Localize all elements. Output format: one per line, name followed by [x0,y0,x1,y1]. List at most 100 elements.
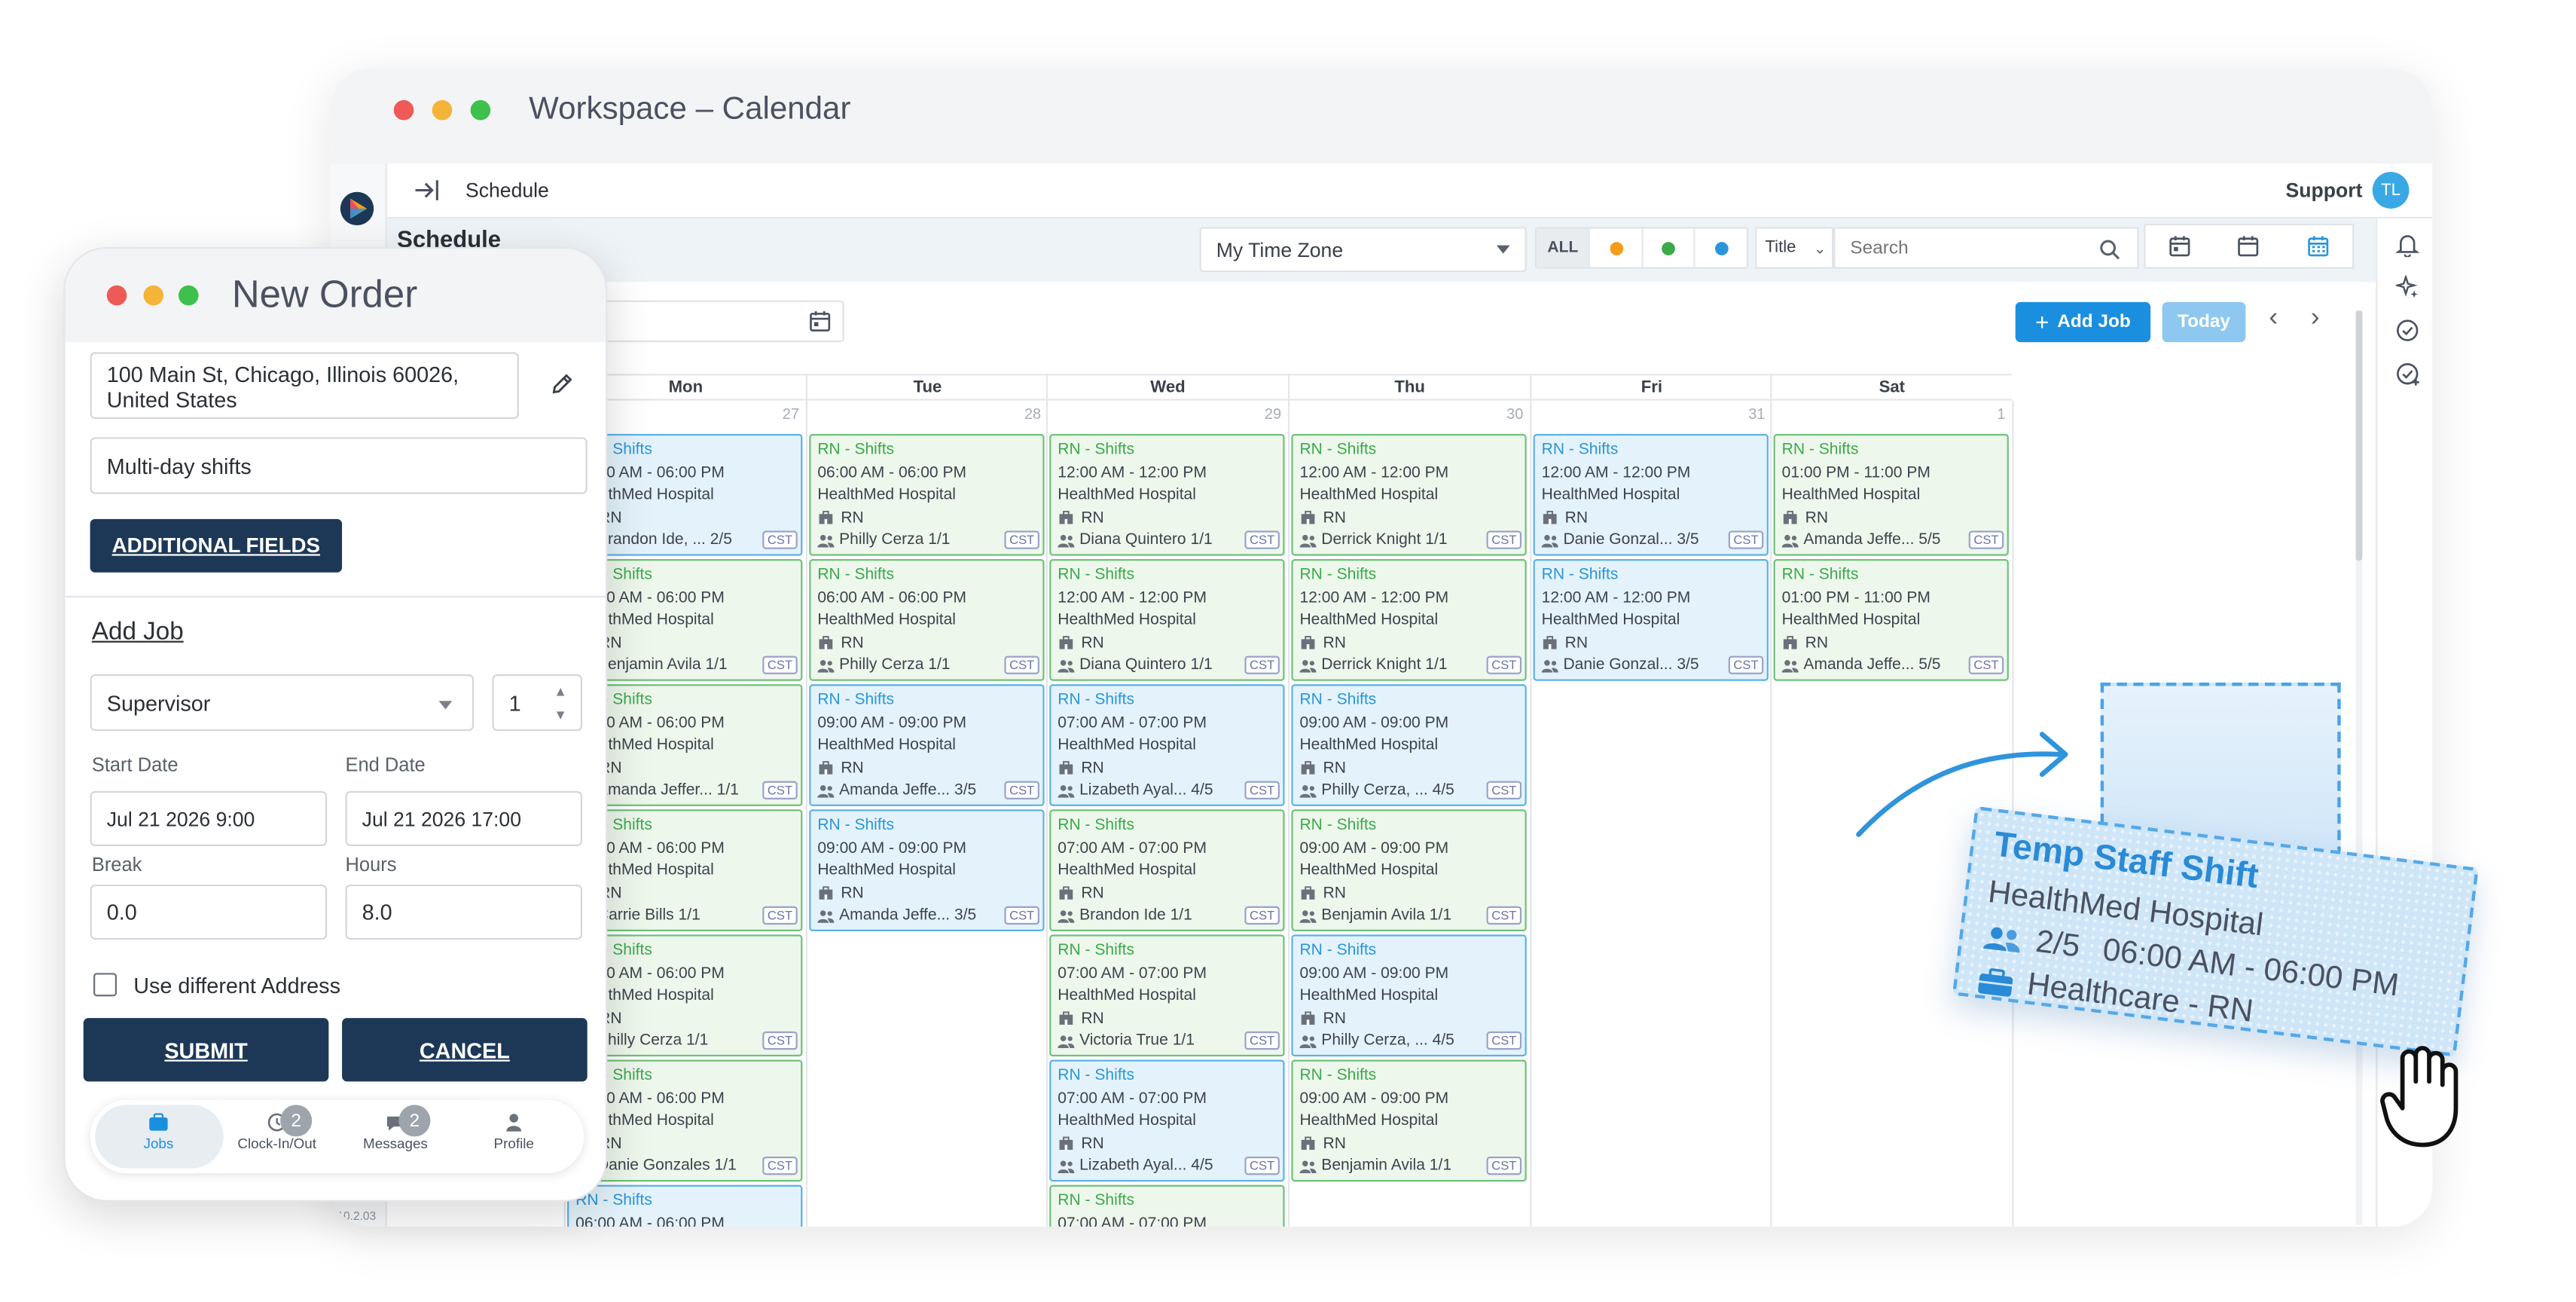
minimize-window-button[interactable] [432,99,453,121]
building-icon [1301,1137,1315,1151]
shift-card[interactable]: RN - Shifts 09:00 AM - 09:00 PM HealthMed … [809,809,1045,931]
shift-card[interactable]: RN - Shifts 09:00 AM - 09:00 PM HealthMed … [809,684,1045,806]
shift-card[interactable]: RN - Shifts 09:00 AM - 09:00 PM HealthMed … [1291,684,1527,806]
decrement-icon[interactable]: ▼ [554,708,567,723]
edit-icon[interactable] [551,372,574,396]
close-window-button[interactable] [106,285,127,306]
shift-card[interactable]: RN - Shifts 01:00 PM - 11:00 PM HealthMed … [1773,433,2009,556]
add-job-button[interactable]: + Add Job [2015,301,2151,343]
break-input[interactable]: 0.0 [90,884,328,940]
calendar-icon[interactable] [809,310,831,332]
shift-card[interactable]: RN - Shifts 07:00 AM - 07:00 PM HealthMed … [1049,1059,1285,1182]
shift-card[interactable]: RN - Shifts 12:00 AM - 12:00 PM HealthMed … [1291,433,1527,556]
shift-title: RN - Shifts [575,691,652,710]
different-address-checkbox[interactable] [93,973,118,997]
shift-card[interactable]: RN - Shifts 12:00 AM - 12:00 PM HealthMed … [1049,433,1285,556]
shift-card[interactable]: RN - Shifts 06:00 AM - 06:00 PM [567,1184,803,1227]
week-view-button[interactable] [2214,225,2284,267]
shift-title: RN - Shifts [1058,1066,1135,1085]
shift-hospital: HealthMed Hospital [575,735,714,755]
scrollbar-thumb[interactable] [2355,310,2363,561]
filter-all-button[interactable]: ALL [1537,228,1589,267]
shift-card[interactable]: RN - Shifts 06:00 AM - 06:00 PM HealthMed … [809,559,1045,681]
increment-icon[interactable]: ▲ [554,684,567,699]
day-header-thu[interactable]: Thu [1287,374,1531,401]
bell-icon[interactable] [2395,232,2419,258]
search-icon[interactable] [2098,239,2120,261]
role-select[interactable]: Supervisor [90,674,475,732]
support-link[interactable]: Support [2286,179,2363,202]
hours-input[interactable]: 8.0 [345,884,583,940]
check-circle-icon[interactable] [2396,319,2419,342]
shift-card[interactable]: RN - Shifts 09:00 AM - 09:00 PM HealthMed … [1291,1059,1527,1182]
clock-badge: 2 [280,1105,313,1137]
timezone-select[interactable]: My Time Zone [1199,227,1527,273]
additional-fields-button[interactable]: ADDITIONAL FIELDS [90,518,343,573]
shift-time: 06:00 AM - 06:00 PM [575,588,725,607]
shift-card[interactable]: RN - Shifts 07:00 AM - 07:00 PM HealthMed … [1049,809,1285,931]
shift-card[interactable]: RN - Shifts 12:00 AM - 12:00 PM HealthMed … [1291,559,1527,681]
search-field-select[interactable]: Title ⌄ [1755,227,1834,269]
collapse-sidebar-icon[interactable] [414,179,440,202]
nav-profile[interactable]: Profile [452,1114,575,1151]
shift-card[interactable]: RN - Shifts 09:00 AM - 09:00 PM HealthMed … [1291,934,1527,1057]
shift-time: 09:00 AM - 09:00 PM [1299,713,1449,732]
shift-card[interactable]: RN - Shifts 01:00 PM - 11:00 PM HealthMed … [1773,559,2009,681]
shift-card[interactable]: RN - Shifts 07:00 AM - 07:00 PM HealthMed … [1049,684,1285,806]
end-date-input[interactable]: Jul 21 2026 17:00 [345,790,583,847]
start-date-input[interactable]: Jul 21 2026 9:00 [90,790,328,847]
shift-time: 06:00 AM - 06:00 PM [575,839,725,857]
date-picker-input[interactable] [597,300,844,343]
minimize-window-button[interactable] [143,285,164,306]
shift-card[interactable]: RN - Shifts 06:00 AM - 06:00 PM HealthMed … [809,433,1045,556]
cancel-button[interactable]: CANCEL [342,1018,588,1082]
address-field[interactable]: 100 Main St, Chicago, Illinois 60026, Un… [90,352,519,419]
month-view-button[interactable] [2284,225,2353,267]
nav-clock[interactable]: Clock-In/Out 2 [215,1105,339,1151]
day-header-sat[interactable]: Sat [1770,374,2013,401]
day-view-button[interactable] [2145,225,2214,267]
approve-task-icon[interactable] [2396,362,2421,386]
shift-card[interactable]: RN - Shifts 07:00 AM - 07:00 PM HealthMed … [1049,934,1285,1057]
shift-assignees: Amanda Jeffe... 5/5 [1803,530,1941,549]
search-input[interactable] [1835,228,2086,267]
submit-button[interactable]: SUBMIT [83,1018,329,1082]
sparkle-icon[interactable] [2395,275,2419,298]
mobile-header: New Order [65,249,606,343]
people-icon [1058,534,1075,547]
shift-title: RN - Shifts [575,816,652,835]
nav-messages[interactable]: Messages 2 [334,1105,457,1151]
today-button[interactable]: Today [2162,301,2246,343]
filter-blue-button[interactable] [1694,228,1747,267]
day-header-wed[interactable]: Wed [1045,374,1288,401]
breadcrumb-schedule[interactable]: Schedule [465,179,549,202]
maximize-window-button[interactable] [179,285,199,306]
shift-title: RN - Shifts [1058,440,1135,460]
day-header-tue[interactable]: Tue [805,374,1048,401]
close-window-button[interactable] [393,99,414,121]
previous-week-icon[interactable]: ‹ [2269,304,2278,334]
shift-card[interactable]: RN - Shifts 12:00 AM - 12:00 PM HealthMed … [1049,559,1285,681]
nav-jobs[interactable]: Jobs [96,1113,220,1151]
shift-card[interactable]: RN - Shifts 07:00 AM - 07:00 PM [1049,1184,1285,1227]
shift-hospital: HealthMed Hospital [1058,860,1196,880]
shift-title: RN - Shifts [1299,565,1377,585]
shift-type-field[interactable]: Multi-day shifts [90,437,588,494]
shift-card[interactable]: RN - Shifts 12:00 AM - 12:00 PM HealthMed … [1533,433,1769,556]
filter-orange-button[interactable] [1589,228,1642,267]
quantity-stepper[interactable]: 1 ▲ ▼ [492,674,583,732]
scrollbar-track[interactable] [2355,310,2363,1225]
next-week-icon[interactable]: › [2311,304,2320,334]
day-header-fri[interactable]: Fri [1530,374,1772,401]
shift-card[interactable]: RN - Shifts 12:00 AM - 12:00 PM HealthMed … [1533,559,1769,681]
shift-card[interactable]: RN - Shifts 09:00 AM - 09:00 PM HealthMed … [1291,809,1527,931]
people-icon [1299,784,1317,798]
briefcase-icon [149,1113,168,1131]
filter-green-button[interactable] [1641,228,1695,267]
add-job-heading[interactable]: Add Job [92,618,184,646]
different-address-label: Use different Address [133,973,340,998]
user-avatar[interactable]: TL [2372,172,2410,209]
maximize-window-button[interactable] [470,99,491,121]
people-icon [817,784,835,798]
app-logo-icon[interactable] [339,191,376,228]
